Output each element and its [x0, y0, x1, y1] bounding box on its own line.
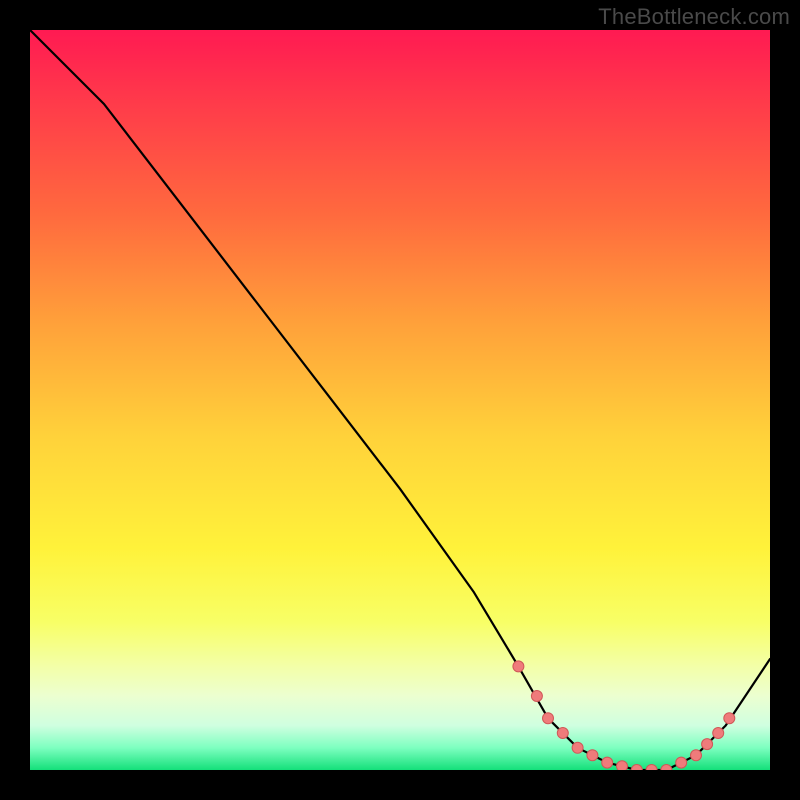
highlight-dot — [676, 757, 687, 768]
plot-area — [30, 30, 770, 770]
highlight-dot — [513, 661, 524, 672]
highlight-dot — [713, 728, 724, 739]
curve-svg — [30, 30, 770, 770]
highlight-dot — [702, 739, 713, 750]
chart-stage: TheBottleneck.com — [0, 0, 800, 800]
highlight-dots — [513, 661, 735, 770]
highlight-dot — [602, 757, 613, 768]
highlight-dot — [724, 713, 735, 724]
attribution-label: TheBottleneck.com — [598, 4, 790, 30]
highlight-dot — [691, 750, 702, 761]
highlight-dot — [572, 742, 583, 753]
highlight-dot — [617, 761, 628, 770]
highlight-dot — [661, 765, 672, 771]
highlight-dot — [587, 750, 598, 761]
bottleneck-curve — [30, 30, 770, 770]
highlight-dot — [646, 765, 657, 771]
highlight-dot — [557, 728, 568, 739]
highlight-dot — [531, 691, 542, 702]
highlight-dot — [631, 765, 642, 771]
highlight-dot — [543, 713, 554, 724]
